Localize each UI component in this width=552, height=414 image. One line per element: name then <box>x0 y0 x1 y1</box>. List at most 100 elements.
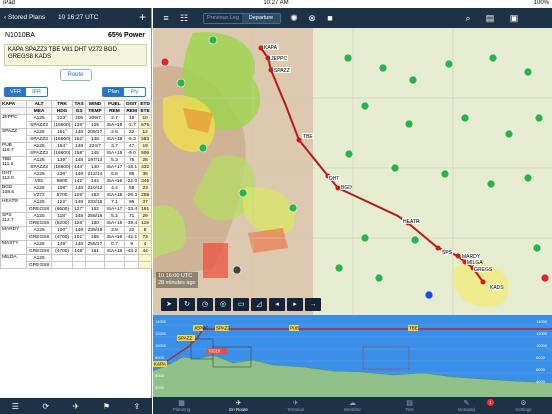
table-row[interactable]: MARDY A125 100° 148 239/16 2.9 22 8 <box>0 226 152 241</box>
flag-icon[interactable]: ⚑ <box>103 402 110 411</box>
leg-segmented-control[interactable]: Previous Leg Departure <box>203 13 281 24</box>
ownship-marker[interactable] <box>232 265 242 275</box>
table-row[interactable]: DHT 112.0 A125 136° 148 212/14 6.8 86 36 <box>0 170 152 185</box>
vertical-profile[interactable]: JEPPC SPAZZ PUB TBE KAPA SPAZZ 7651ft 14… <box>153 315 552 397</box>
power-setting[interactable]: 65% Power <box>108 32 145 39</box>
station-pin[interactable] <box>344 149 354 159</box>
station-pin[interactable] <box>532 243 542 253</box>
waypoint-cell[interactable]: JEPPC <box>0 114 27 129</box>
brightness-icon[interactable]: ✺ <box>287 11 301 25</box>
tab-notepad[interactable]: ✎ Notepad <box>447 397 487 414</box>
table-row[interactable]: MASTY A125 149° 148 255/17 0.7 9 4 <box>0 240 152 255</box>
table-row[interactable]: PUB 116.7 A125 154° 148 224/7 3.7 47 19 <box>0 142 152 157</box>
list-icon[interactable]: ☰ <box>12 402 19 411</box>
station-pin[interactable] <box>523 173 533 183</box>
track-icon[interactable]: ↻ <box>179 298 195 311</box>
search-icon[interactable]: ⌕ <box>461 11 475 25</box>
waypoint-jeppc-marker[interactable] <box>265 55 271 61</box>
station-pin[interactable] <box>534 113 544 123</box>
station-pin[interactable] <box>374 273 384 283</box>
waypoint-cell[interactable]: SPS 112.7 <box>0 212 27 227</box>
station-pin[interactable] <box>410 235 420 245</box>
tab-settings[interactable]: ⚙ Settings <box>504 397 544 414</box>
waypoint-cell[interactable]: PUB 116.7 <box>0 142 27 157</box>
tab-planning[interactable]: ▦ Planning <box>162 397 202 414</box>
route-icon[interactable]: ▭ <box>233 298 249 311</box>
stop-icon[interactable]: ■ <box>323 11 337 25</box>
table-row[interactable]: HEATR A125 122° 148 233/15 7.1 95 37 <box>0 198 152 213</box>
station-pin[interactable] <box>444 59 454 69</box>
station-pin[interactable] <box>378 63 388 73</box>
station-pin[interactable] <box>440 169 450 179</box>
fly-toggle[interactable]: Fly <box>124 88 145 96</box>
ifr-toggle[interactable]: IFR <box>26 88 47 96</box>
share-icon[interactable]: ⇪ <box>134 402 141 411</box>
table-row[interactable]: SPS 112.7 A125 118° 148 258/16 5.2 71 29 <box>0 212 152 227</box>
station-pin[interactable] <box>523 67 533 77</box>
waypoint-tbe-marker[interactable] <box>296 137 302 143</box>
waypoint-cell[interactable]: TBE 111.2 <box>0 156 27 171</box>
profile-icon[interactable]: ◿ <box>251 298 267 311</box>
previous-leg-tab[interactable]: Previous Leg <box>204 14 242 23</box>
station-pin[interactable] <box>390 163 400 173</box>
waypoint-spazz-marker[interactable] <box>268 67 274 73</box>
menu-icon[interactable]: ▤ <box>483 11 497 25</box>
mode-segmented-control[interactable]: Plan Fly <box>102 87 146 97</box>
station-pin[interactable] <box>460 113 470 123</box>
forward-icon[interactable]: ▸ <box>287 298 303 311</box>
station-pin-mvfr[interactable] <box>424 290 434 300</box>
tab-weather[interactable]: ☁ Weather <box>333 397 373 414</box>
layers-icon[interactable]: ≡ <box>159 11 173 25</box>
waypoint-bgd-marker[interactable] <box>335 185 341 191</box>
stored-plans-back-button[interactable]: ‹ Stored Plans <box>4 14 45 21</box>
waypoint-mardy-marker[interactable] <box>455 253 461 259</box>
waypoint-kapa-marker[interactable] <box>258 45 264 51</box>
station-pin[interactable] <box>360 233 370 243</box>
table-row[interactable]: JEPPC A125 123° 105 209/7 2.7 16 10 <box>0 114 152 129</box>
vfr-toggle[interactable]: VFR <box>5 88 26 96</box>
departure-tab[interactable]: Departure <box>242 14 280 23</box>
tab-terminal[interactable]: ✈ Terminal <box>276 397 316 414</box>
waypoint-kads-marker[interactable] <box>480 279 486 285</box>
plus-icon[interactable]: + <box>139 10 146 24</box>
station-pin[interactable] <box>404 119 414 129</box>
next-icon[interactable]: → <box>305 298 321 311</box>
clock-icon[interactable]: ◷ <box>197 298 213 311</box>
station-pin[interactable] <box>198 143 208 153</box>
waypoint-cell[interactable]: MASTY <box>0 240 27 255</box>
table-row[interactable]: MILDA A125 <box>0 254 152 269</box>
table-row[interactable]: BGD 108.6 A125 108° 148 210/12 4.4 59 23 <box>0 184 152 199</box>
waypoint-cell[interactable]: BGD 108.6 <box>0 184 27 199</box>
compass-icon[interactable]: ◎ <box>215 298 231 311</box>
route-button[interactable]: Route <box>59 69 92 81</box>
station-pin[interactable] <box>176 78 186 88</box>
waypoint-sps-marker[interactable] <box>435 245 441 251</box>
tab-text[interactable]: ▤ Text <box>390 397 430 414</box>
waypoint-cell[interactable]: HEATR <box>0 198 27 213</box>
video-icon[interactable]: ▣ <box>507 11 521 25</box>
tail-number[interactable]: N1010BA <box>5 32 35 39</box>
waypoint-cell[interactable]: DHT 112.0 <box>0 170 27 185</box>
lock-icon[interactable]: ⊗ <box>305 11 319 25</box>
waypoint-cell[interactable]: MILDA <box>0 254 27 269</box>
station-pin[interactable] <box>288 203 298 213</box>
station-pin[interactable] <box>343 53 353 63</box>
station-pin-ifr[interactable] <box>540 273 550 283</box>
nav-arrow-icon[interactable]: ➤ <box>161 298 177 311</box>
waypoint-cell[interactable]: SPAZZ <box>0 128 27 143</box>
tab-en-route[interactable]: ✈ En Route <box>219 397 259 414</box>
station-pin[interactable] <box>208 35 218 45</box>
station-pin[interactable] <box>488 53 498 63</box>
airplane-icon[interactable]: ✈ <box>73 402 80 411</box>
station-pin-ifr[interactable] <box>160 57 170 67</box>
refresh-icon[interactable]: ⟳ <box>42 402 49 411</box>
list-icon[interactable]: ☷ <box>177 11 191 25</box>
table-row[interactable]: TBE 111.2 A125 139° 148 197/13 5.3 75 28 <box>0 156 152 171</box>
waypoint-cell[interactable]: MARDY <box>0 226 27 241</box>
back-icon[interactable]: ◂ <box>269 298 285 311</box>
station-pin[interactable] <box>486 179 496 189</box>
route-field[interactable]: KAPA SPAZZ3 TBE V81 DHT V272 BGD GREGS8 … <box>4 44 147 66</box>
station-pin[interactable] <box>408 75 418 85</box>
station-pin[interactable] <box>504 129 514 139</box>
plan-toggle[interactable]: Plan <box>103 88 124 96</box>
